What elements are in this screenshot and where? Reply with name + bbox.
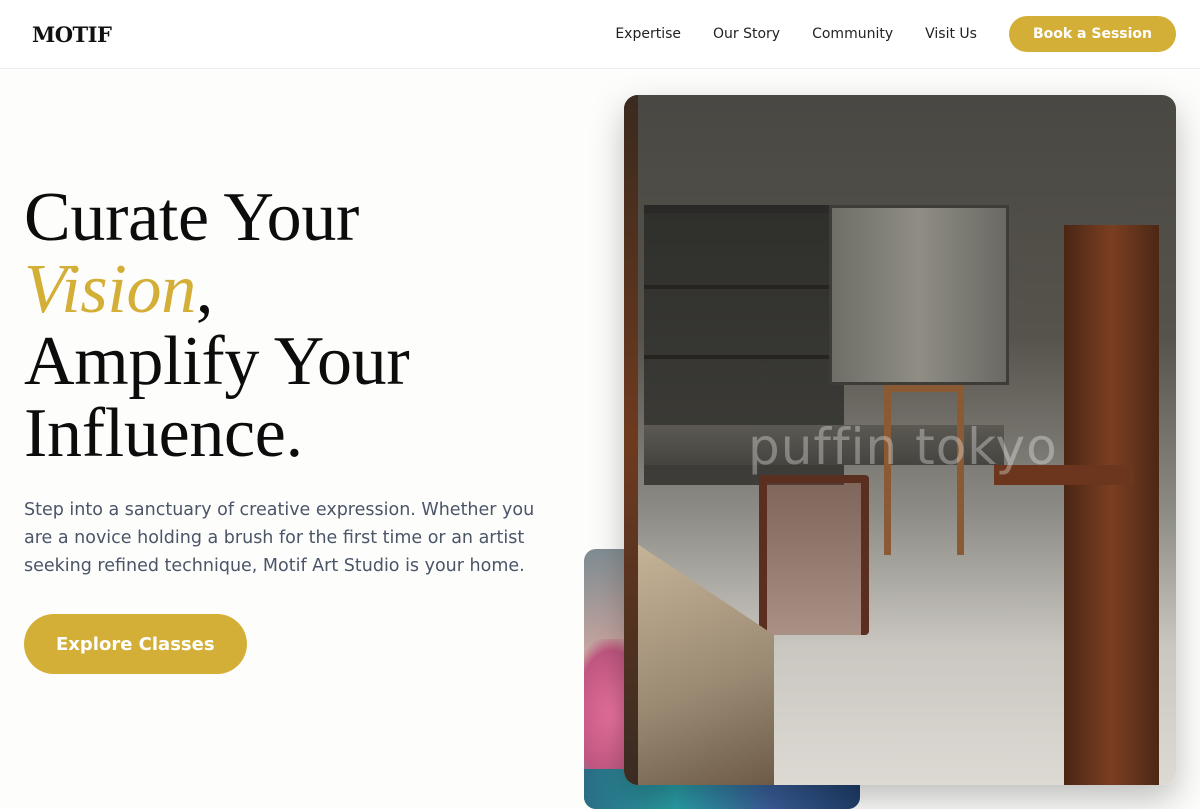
photo-chair: [759, 475, 869, 635]
studio-photo: puffin tokyo: [624, 95, 1176, 785]
photo-shelf-board: [644, 355, 844, 359]
headline-line-1: Curate Your: [24, 179, 360, 256]
photo-floor-clutter: [624, 535, 774, 785]
headline-line-3: Amplify Your: [24, 323, 410, 400]
photo-easel: [994, 225, 1159, 785]
hero-subtext: Step into a sanctuary of creative expres…: [24, 500, 535, 576]
hero-headline: Curate Your Vision, Amplify Your Influen…: [24, 182, 564, 470]
headline-accent-word: Vision: [24, 251, 196, 328]
nav-link-visit-us[interactable]: Visit Us: [925, 26, 977, 42]
logo[interactable]: MOTIF: [32, 22, 112, 47]
headline-comma: ,: [195, 251, 214, 328]
photo-cabinet: [829, 205, 1009, 385]
nav-link-our-story[interactable]: Our Story: [713, 26, 780, 42]
navbar: MOTIF Expertise Our Story Community Visi…: [0, 0, 1200, 69]
nav-link-expertise[interactable]: Expertise: [615, 26, 681, 42]
hero-section: Curate Your Vision, Amplify Your Influen…: [24, 182, 564, 674]
book-session-button[interactable]: Book a Session: [1008, 16, 1176, 52]
image-watermark: puffin tokyo: [748, 418, 1058, 476]
explore-classes-button[interactable]: Explore Classes: [24, 614, 247, 674]
photo-shelf-board: [644, 285, 844, 289]
headline-line-4: Influence.: [24, 395, 303, 472]
nav-menu: Expertise Our Story Community Visit Us B…: [615, 16, 1176, 52]
nav-link-community[interactable]: Community: [812, 26, 893, 42]
photo-edge: [624, 95, 638, 785]
